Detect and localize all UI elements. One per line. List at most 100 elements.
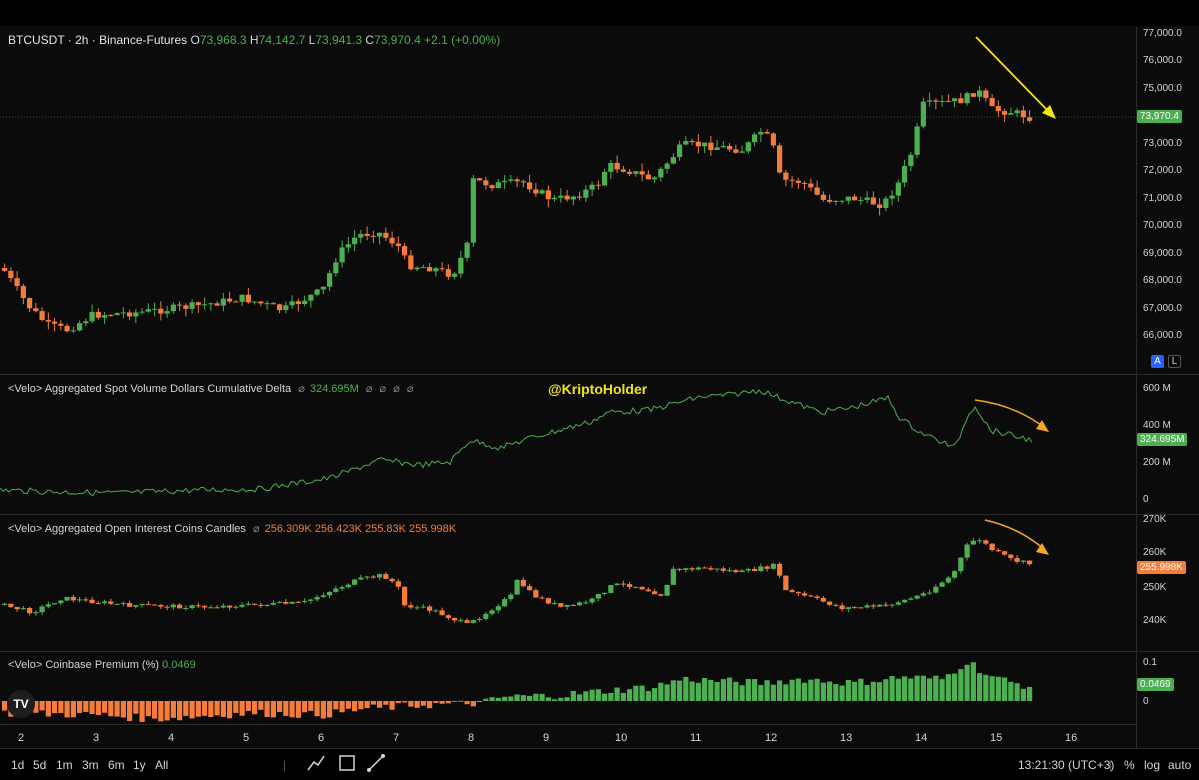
time-label: 6 (318, 732, 325, 744)
price-candle (533, 189, 539, 194)
price-candle (595, 184, 601, 186)
time-label: 13 (840, 732, 853, 744)
premium-bar (358, 701, 364, 710)
oi-candle (877, 604, 883, 607)
price-candle (270, 303, 276, 305)
oi-candle (158, 604, 164, 607)
range-5d[interactable]: 5d (33, 758, 46, 772)
premium-bar (639, 685, 645, 701)
oi-title[interactable]: <Velo> Aggregated Open Interest Coins Ca… (8, 523, 246, 535)
oi-candle (508, 594, 514, 600)
time-label: 7 (393, 732, 400, 744)
premium-bar (783, 684, 789, 701)
premium-bar (708, 679, 714, 701)
cvd-tick: 0 (1143, 494, 1149, 505)
range-6m[interactable]: 6m (108, 758, 125, 772)
range-1d[interactable]: 1d (11, 758, 24, 772)
price-candle (670, 157, 676, 164)
percent-toggle[interactable]: % (1124, 758, 1135, 772)
price-candle (752, 134, 758, 143)
price-candle (745, 142, 751, 152)
eye-icon[interactable]: ⌀ (253, 523, 262, 535)
price-tick: 71,000.0 (1143, 193, 1182, 204)
price-candle (977, 90, 983, 97)
price-candle (39, 311, 45, 320)
price-candle (783, 172, 789, 180)
oi-candle (520, 579, 526, 587)
oi-candle (233, 606, 239, 608)
premium-bar (220, 701, 226, 717)
premium-bar (452, 700, 458, 702)
oi-candle (283, 601, 289, 604)
range-1m[interactable]: 1m (56, 758, 73, 772)
oi-candle (902, 599, 908, 603)
price-candle (383, 232, 389, 238)
price-candle (895, 182, 901, 196)
measure-icon[interactable] (366, 753, 386, 776)
oi-candle (839, 605, 845, 610)
range-1y[interactable]: 1y (133, 758, 146, 772)
premium-bar (752, 679, 758, 701)
price-candle (52, 321, 58, 324)
oi-candle (345, 584, 351, 588)
select-rect-icon[interactable] (337, 753, 357, 776)
price-candle (970, 93, 976, 97)
oi-low: 255.83K (364, 523, 406, 535)
clock-time[interactable]: 13:21:30 (UTC+3) (1018, 758, 1114, 772)
log-toggle[interactable]: log (1144, 758, 1160, 772)
price-candle (520, 181, 526, 183)
premium-bar (539, 693, 545, 701)
oi-candle (958, 557, 964, 572)
price-candle (445, 269, 451, 277)
oi-candle (402, 586, 408, 606)
range-3m[interactable]: 3m (82, 758, 99, 772)
price-candle (258, 301, 264, 304)
premium-bar (933, 675, 939, 701)
price-candle (320, 286, 326, 290)
auto-toggle[interactable]: auto (1168, 758, 1191, 772)
oi-candle (964, 544, 970, 558)
oi-candle (333, 588, 339, 592)
oi-candle (733, 570, 739, 573)
symbol-title[interactable]: BTCUSDT · 2h · Binance-Futures (8, 33, 187, 47)
price-candle (858, 199, 864, 201)
premium-bar (45, 701, 51, 717)
draw-trend-icon[interactable] (306, 753, 326, 776)
premium-bar (508, 696, 514, 701)
oi-candle (439, 610, 445, 616)
price-candle (983, 90, 989, 98)
price-candle (177, 304, 183, 306)
premium-bar (552, 699, 558, 701)
settings-icons[interactable]: ⌀ ⌀ ⌀ ⌀ (366, 383, 416, 395)
range-all[interactable]: All (155, 758, 168, 772)
eye-icon[interactable]: ⌀ (298, 383, 307, 395)
log-scale-toggle[interactable]: L (1168, 355, 1181, 368)
tradingview-logo-icon[interactable]: TV (7, 690, 35, 718)
auto-scale-toggle[interactable]: A (1151, 355, 1164, 368)
cvd-legend: <Velo> Aggregated Spot Volume Dollars Cu… (8, 382, 416, 395)
cvd-title[interactable]: <Velo> Aggregated Spot Volume Dollars Cu… (8, 383, 291, 395)
premium-title[interactable]: <Velo> Coinbase Premium (%) (8, 659, 159, 671)
price-candle (227, 298, 233, 302)
premium-bar (908, 678, 914, 701)
oi-candle (264, 604, 270, 606)
premium-bar (177, 701, 183, 721)
oi-candle (314, 597, 320, 600)
price-candle (1027, 117, 1033, 121)
price-candle (114, 313, 120, 316)
time-label: 3 (93, 732, 100, 744)
premium-bar (202, 701, 208, 716)
oi-candle (583, 602, 589, 604)
premium-bar (389, 701, 395, 710)
premium-bar (83, 701, 89, 712)
time-label: 2 (18, 732, 25, 744)
premium-bar (677, 680, 683, 701)
oi-candle (495, 606, 501, 611)
price-candle (883, 198, 889, 209)
price-candle (139, 311, 145, 313)
price-candle (914, 126, 920, 155)
premium-bar (964, 664, 970, 701)
premium-bar (583, 691, 589, 701)
premium-bar (1014, 683, 1020, 701)
oi-candle (795, 592, 801, 594)
